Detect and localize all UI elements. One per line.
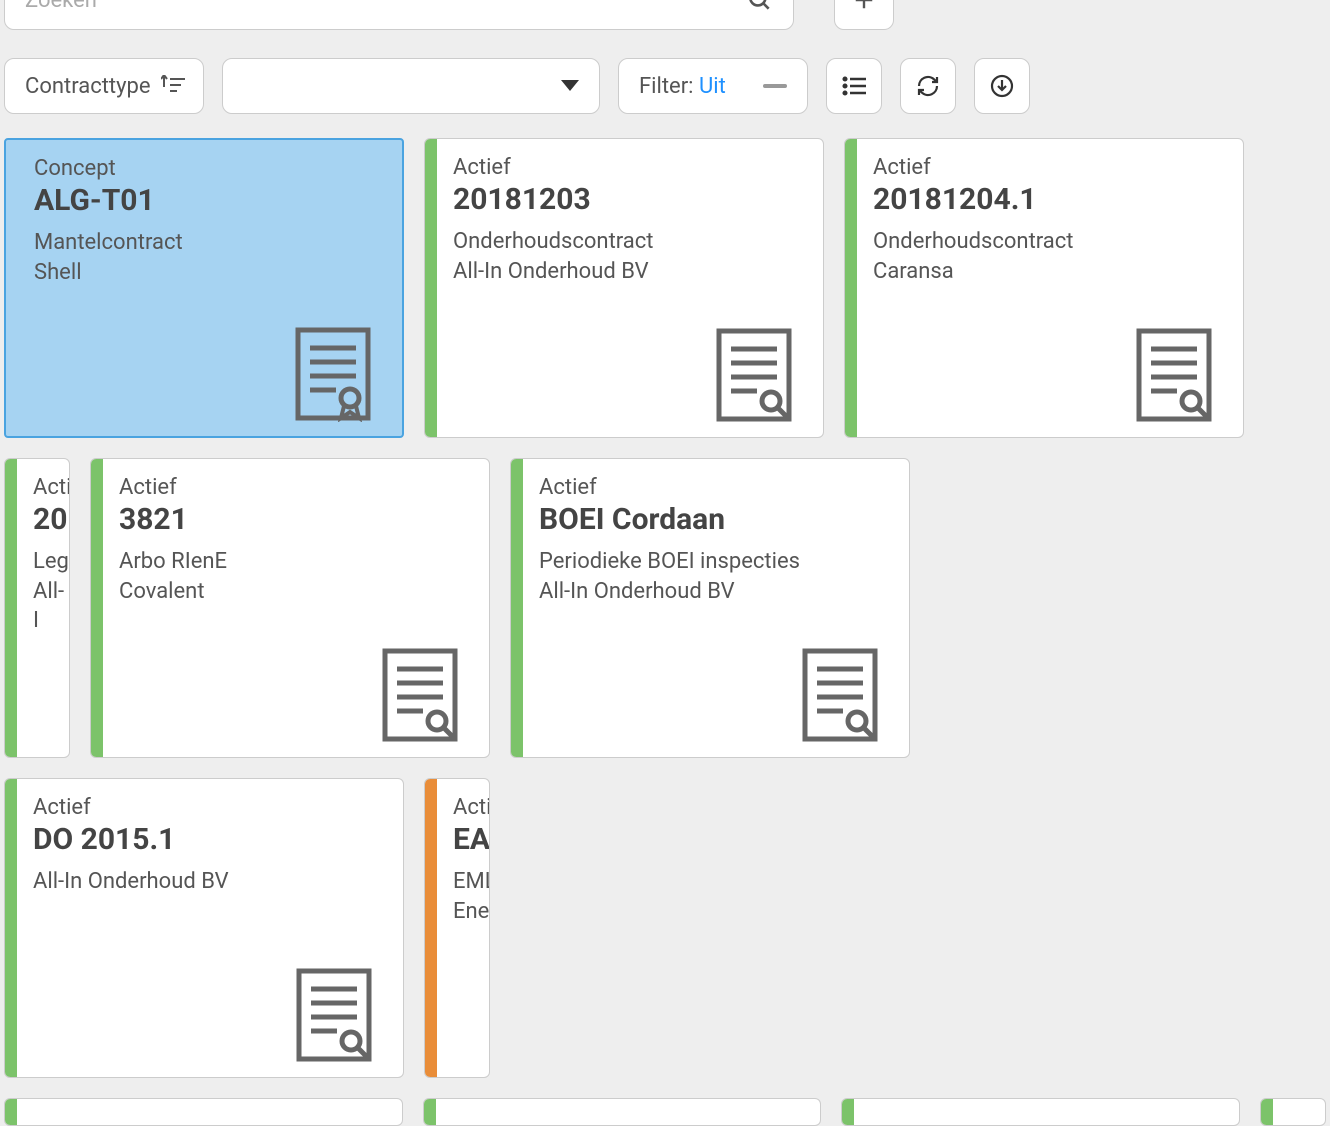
card-line1: Periodieke BOEI inspecties xyxy=(539,547,891,577)
contract-card[interactable] xyxy=(1260,1098,1326,1126)
card-title: 3821 xyxy=(119,502,471,537)
contract-card[interactable] xyxy=(4,1098,403,1126)
card-title: 20181203 xyxy=(453,182,805,217)
toolbar: Contracttype Filter: Uit xyxy=(4,58,1326,114)
document-icon xyxy=(381,647,459,743)
status-stripe xyxy=(425,779,437,1077)
card-status: Concept xyxy=(34,156,384,181)
filter-value: Uit xyxy=(699,74,726,99)
contract-card[interactable]: Actief 3821 Arbo RIenE Covalent xyxy=(90,458,490,758)
document-icon xyxy=(801,647,879,743)
card-line2: Shell xyxy=(34,258,384,288)
search-row: Zoeken xyxy=(4,0,1326,30)
card-title: ALG-T01 xyxy=(34,183,384,218)
card-line1: Arbo RIenE xyxy=(119,547,471,577)
card-title: DO 2015.1 xyxy=(33,822,385,857)
card-line1: Onderhoudscontract xyxy=(873,227,1225,257)
chevron-down-icon xyxy=(561,80,579,92)
search-input[interactable]: Zoeken xyxy=(4,0,794,30)
contract-card[interactable]: Actief EAE EML Ener xyxy=(424,778,490,1078)
card-status: Actief xyxy=(119,475,471,500)
contract-card[interactable]: Actief 201 Legi All-I xyxy=(4,458,70,758)
contract-card[interactable]: Actief 20181204.1 Onderhoudscontract Car… xyxy=(844,138,1244,438)
contract-card[interactable]: Concept ALG-T01 Mantelcontract Shell xyxy=(4,138,404,438)
status-stripe xyxy=(91,459,103,757)
sort-asc-icon xyxy=(161,75,187,97)
status-stripe xyxy=(5,459,17,757)
document-icon xyxy=(1135,327,1213,423)
card-status: Actief xyxy=(33,795,385,820)
card-line1: EML xyxy=(453,867,471,897)
card-title: EAE xyxy=(453,822,471,857)
document-icon xyxy=(715,327,793,423)
download-button[interactable] xyxy=(974,58,1030,114)
card-status: Actief xyxy=(453,795,471,820)
plus-icon xyxy=(853,0,875,11)
card-line1: Onderhoudscontract xyxy=(453,227,805,257)
card-status: Actief xyxy=(453,155,805,180)
card-line2: All-In Onderhoud BV xyxy=(539,577,891,607)
card-line2: All-In Onderhoud BV xyxy=(453,257,805,287)
status-stripe xyxy=(424,1099,436,1125)
status-stripe xyxy=(5,779,17,1077)
card-grid: Concept ALG-T01 Mantelcontract Shell Act… xyxy=(4,138,1326,1078)
filter-toggle[interactable]: Filter: Uit xyxy=(618,58,808,114)
contract-card[interactable] xyxy=(423,1098,822,1126)
sort-label: Contracttype xyxy=(25,74,151,99)
status-stripe xyxy=(425,139,437,437)
card-title: BOEI Cordaan xyxy=(539,502,891,537)
status-stripe xyxy=(1261,1099,1273,1125)
status-stripe xyxy=(511,459,523,757)
card-line2: All-In Onderhoud BV xyxy=(33,867,385,897)
refresh-button[interactable] xyxy=(900,58,956,114)
document-icon xyxy=(294,326,372,422)
contract-card[interactable]: Actief BOEI Cordaan Periodieke BOEI insp… xyxy=(510,458,910,758)
card-row-partial xyxy=(4,1098,1326,1126)
card-line2: Caransa xyxy=(873,257,1225,287)
contract-card[interactable]: Actief DO 2015.1 All-In Onderhoud BV xyxy=(4,778,404,1078)
minus-icon xyxy=(763,84,787,88)
card-status: Actief xyxy=(873,155,1225,180)
list-icon xyxy=(842,76,866,96)
list-view-button[interactable] xyxy=(826,58,882,114)
contract-card[interactable] xyxy=(841,1098,1240,1126)
card-line2: All-I xyxy=(33,577,51,636)
card-line2: Ener xyxy=(453,897,471,927)
status-stripe xyxy=(845,139,857,437)
card-title: 201 xyxy=(33,502,51,537)
card-line1: Legi xyxy=(33,547,51,577)
status-stripe xyxy=(842,1099,854,1125)
card-line2: Covalent xyxy=(119,577,471,607)
type-dropdown[interactable] xyxy=(222,58,600,114)
card-status: Actief xyxy=(33,475,51,500)
document-icon xyxy=(295,967,373,1063)
card-status: Actief xyxy=(539,475,891,500)
contract-card[interactable]: Actief 20181203 Onderhoudscontract All-I… xyxy=(424,138,824,438)
status-stripe xyxy=(5,1099,17,1125)
filter-label: Filter: xyxy=(639,74,694,99)
card-line1: Mantelcontract xyxy=(34,228,384,258)
search-placeholder: Zoeken xyxy=(25,0,97,13)
download-icon xyxy=(990,74,1014,98)
search-icon xyxy=(747,0,773,13)
card-title: 20181204.1 xyxy=(873,182,1225,217)
refresh-icon xyxy=(916,74,940,98)
add-button[interactable] xyxy=(834,0,894,30)
sort-button[interactable]: Contracttype xyxy=(4,58,204,114)
